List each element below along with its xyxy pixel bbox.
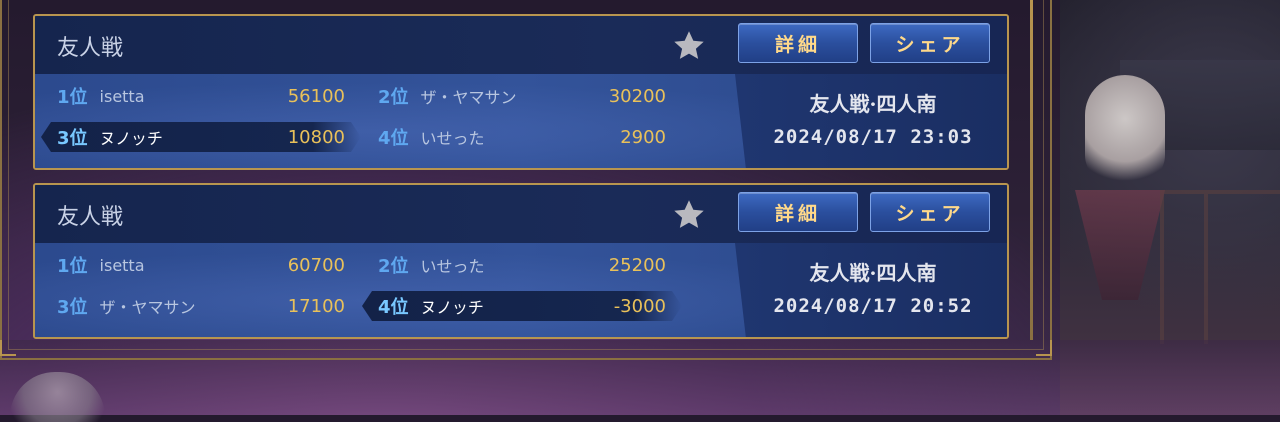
game-type: 友人戦·四人南 <box>809 261 937 285</box>
player-rank: 2位 <box>378 256 409 277</box>
player-score: 17100 <box>287 295 345 317</box>
player-score: 25200 <box>608 254 666 276</box>
player-score: 30200 <box>608 85 666 107</box>
player-name: いせった <box>420 257 485 276</box>
details-button[interactable]: 詳細 <box>738 23 858 63</box>
player-name: isetta <box>99 255 145 275</box>
player-score: 2900 <box>620 126 666 148</box>
player-row-self: 3位 ヌノッチ 10800 <box>41 122 361 152</box>
player-rank: 3位 <box>57 128 88 149</box>
player-name: ヌノッチ <box>99 129 163 148</box>
frame-corner-right <box>1036 340 1052 356</box>
player-rank: 1位 <box>57 256 88 277</box>
player-name: ザ・ヤマサン <box>420 88 517 107</box>
player-score: -3000 <box>613 295 666 317</box>
player-score: 60700 <box>287 254 345 276</box>
player-name: いせった <box>420 129 485 148</box>
player-rank: 2位 <box>378 87 409 108</box>
player-row-self: 4位 ヌノッチ -3000 <box>362 291 682 321</box>
player-name: ヌノッチ <box>420 298 484 317</box>
share-button[interactable]: シェア <box>870 192 990 232</box>
player-name: ザ・ヤマサン <box>99 298 196 317</box>
player-rank: 1位 <box>57 87 88 108</box>
player-rank: 3位 <box>57 297 88 318</box>
details-button[interactable]: 詳細 <box>738 192 858 232</box>
share-button[interactable]: シェア <box>870 23 990 63</box>
scrollbar-track[interactable] <box>1030 0 1033 340</box>
star-icon[interactable] <box>671 28 707 64</box>
record-header <box>35 16 1007 74</box>
player-score: 56100 <box>287 85 345 107</box>
player-row: 1位 isetta 60700 <box>57 250 345 280</box>
game-datetime: 2024/08/17 20:52 <box>773 295 973 317</box>
record-title: 友人戦 <box>57 205 124 230</box>
frame-corner-left <box>0 340 16 356</box>
player-row: 1位 isetta 56100 <box>57 81 345 111</box>
game-type: 友人戦·四人南 <box>809 92 937 116</box>
player-rank: 4位 <box>378 128 409 149</box>
record-card[interactable]: 友人戦 詳細 シェア 1位 isetta 60700 2位 いせった 25200… <box>33 183 1009 339</box>
background-lucky-cat <box>1085 75 1165 185</box>
record-card[interactable]: 友人戦 詳細 シェア 1位 isetta 56100 2位 ザ・ヤマサン 302… <box>33 14 1009 170</box>
background-railing <box>1160 190 1280 344</box>
game-datetime: 2024/08/17 23:03 <box>773 126 973 148</box>
player-rank: 4位 <box>378 297 409 318</box>
player-row: 2位 ザ・ヤマサン 30200 <box>378 81 666 111</box>
record-title: 友人戦 <box>57 36 124 61</box>
player-name: isetta <box>99 86 145 106</box>
star-icon[interactable] <box>671 197 707 233</box>
player-row: 3位 ザ・ヤマサン 17100 <box>57 291 345 321</box>
record-header <box>35 185 1007 243</box>
player-row: 2位 いせった 25200 <box>378 250 666 280</box>
player-row: 4位 いせった 2900 <box>378 122 666 152</box>
player-score: 10800 <box>287 126 345 148</box>
